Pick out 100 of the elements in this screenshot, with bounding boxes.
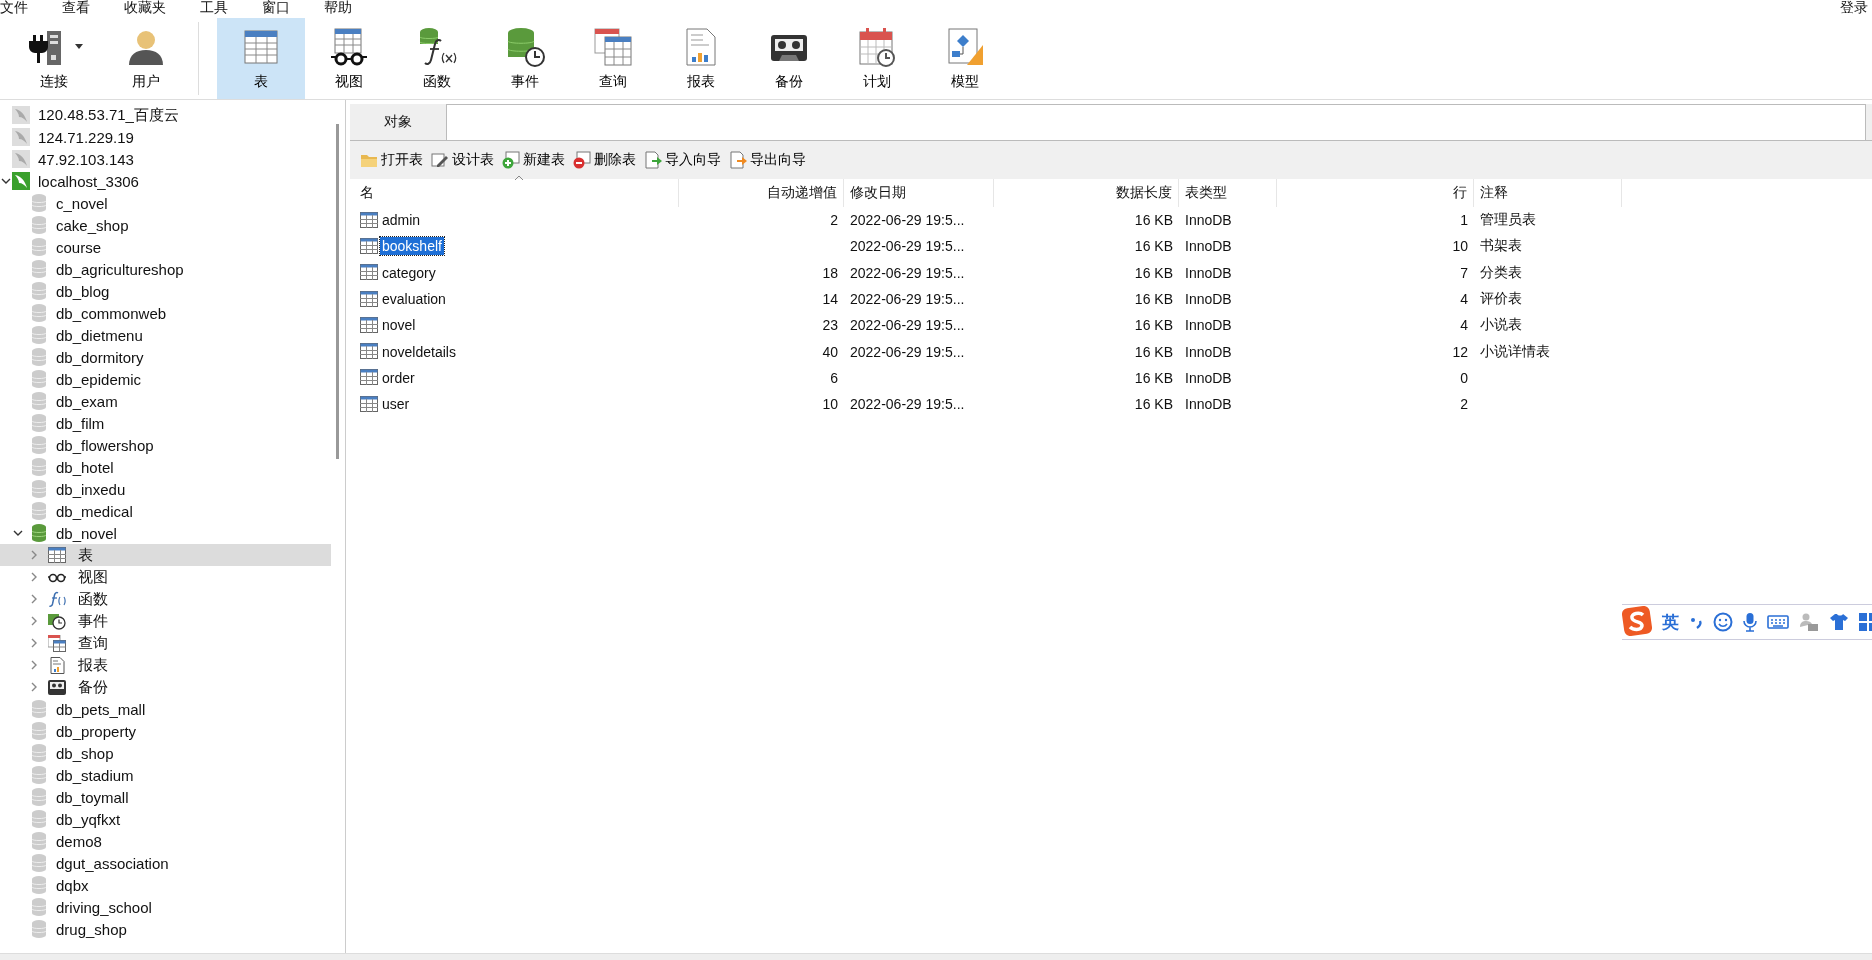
tree-item[interactable]: 报表 <box>0 654 331 676</box>
server-icon <box>12 128 30 146</box>
table-cell: 40 <box>822 343 838 360</box>
toolbar-button[interactable]: 新建表 <box>500 149 569 171</box>
menu-item[interactable]: 工具 <box>200 0 228 14</box>
tree-item[interactable]: db_commonweb <box>0 302 331 324</box>
menu-item[interactable]: 收藏夹 <box>124 0 166 14</box>
table-name[interactable]: bookshelf <box>380 237 444 256</box>
toolbar-button[interactable]: 表 <box>217 18 305 99</box>
toolbar-button[interactable]: 用户 <box>102 18 190 99</box>
database-icon <box>32 260 46 278</box>
tree-item[interactable]: localhost_3306 <box>0 170 331 192</box>
table-cell: 书架表 <box>1480 237 1522 256</box>
tree-item[interactable]: db_dietmenu <box>0 324 331 346</box>
tree-item[interactable]: db_flowershop <box>0 434 331 456</box>
tree-item[interactable]: 函数 <box>0 588 331 610</box>
tree-item[interactable]: dgut_association <box>0 852 331 874</box>
table-name[interactable]: novel <box>380 316 418 335</box>
toolbar-button[interactable]: 连接 <box>6 18 102 99</box>
table-name[interactable]: category <box>380 263 438 282</box>
table-name[interactable]: user <box>380 395 412 414</box>
table-name[interactable]: admin <box>380 211 423 230</box>
table-cell: 12 <box>1452 343 1468 360</box>
table-cell: InnoDB <box>1185 343 1232 360</box>
table-name[interactable]: noveldetails <box>380 342 458 361</box>
tree-item[interactable]: db_toymall <box>0 786 331 808</box>
tree-item[interactable]: 表 <box>0 544 331 566</box>
tree-item[interactable]: c_novel <box>0 192 331 214</box>
shirt-icon <box>1829 613 1849 631</box>
toolbar-button[interactable]: 导出向导 <box>727 149 810 171</box>
tree-item[interactable]: db_exam <box>0 390 331 412</box>
table-name[interactable]: evaluation <box>380 290 448 309</box>
toolbar-button[interactable]: 备份 <box>745 18 833 99</box>
table-cell: 7 <box>1460 264 1468 281</box>
tree-item[interactable]: db_pets_mall <box>0 698 331 720</box>
table-icon <box>360 237 378 255</box>
tree-item[interactable]: 124.71.229.19 <box>0 126 331 148</box>
connected-server-icon <box>12 172 30 190</box>
column-header[interactable]: 名 <box>354 179 679 207</box>
menu-item[interactable]: 窗口 <box>262 0 290 14</box>
query-table-icon <box>48 634 66 652</box>
toolbar-button[interactable]: 函数 <box>393 18 481 99</box>
column-header[interactable]: 行 <box>1277 179 1474 207</box>
toolbar-button[interactable]: 设计表 <box>429 149 498 171</box>
tree-item[interactable]: db_epidemic <box>0 368 331 390</box>
scrollbar-thumb[interactable] <box>336 124 339 459</box>
tree-item[interactable]: db_property <box>0 720 331 742</box>
tree-item[interactable]: course <box>0 236 331 258</box>
tree-item[interactable]: db_blog <box>0 280 331 302</box>
toolbar-button[interactable]: 报表 <box>657 18 745 99</box>
column-header[interactable]: 表类型 <box>1179 179 1277 207</box>
tree-item[interactable]: 备份 <box>0 676 331 698</box>
database-icon <box>32 238 46 256</box>
tree-item[interactable]: db_yqfkxt <box>0 808 331 830</box>
tree-item[interactable]: db_film <box>0 412 331 434</box>
table-cell: 分类表 <box>1480 263 1522 282</box>
tree-item[interactable]: db_novel <box>0 522 331 544</box>
database-icon <box>32 414 46 432</box>
tree-item[interactable]: db_hotel <box>0 456 331 478</box>
tree-item[interactable]: drug_shop <box>0 918 331 940</box>
toolbar-button[interactable]: 事件 <box>481 18 569 99</box>
tree-item[interactable]: dqbx <box>0 874 331 896</box>
tree-item[interactable]: 120.48.53.71_百度云 <box>0 104 331 126</box>
tree-item[interactable]: cake_shop <box>0 214 331 236</box>
toolbar-button[interactable]: 删除表 <box>571 149 640 171</box>
tree-item[interactable]: db_dormitory <box>0 346 331 368</box>
table-icon <box>360 264 378 282</box>
tree-item[interactable]: db_medical <box>0 500 331 522</box>
table-icon <box>360 369 378 387</box>
table-cell: 2022-06-29 19:5... <box>850 212 965 229</box>
toolbar-button[interactable]: 视图 <box>305 18 393 99</box>
table-cell: 2022-06-29 19:5... <box>850 343 965 360</box>
tree-item[interactable]: driving_school <box>0 896 331 918</box>
menu-item[interactable]: 文件 <box>0 0 28 14</box>
tree-item[interactable]: 视图 <box>0 566 331 588</box>
tree-item[interactable]: db_shop <box>0 742 331 764</box>
tree-item[interactable]: 事件 <box>0 610 331 632</box>
tree-item[interactable]: db_stadium <box>0 764 331 786</box>
tree-item[interactable]: demo8 <box>0 830 331 852</box>
menu-item[interactable]: 查看 <box>62 0 90 14</box>
column-header[interactable]: 注释 <box>1474 179 1622 207</box>
table-name[interactable]: order <box>380 368 417 387</box>
table-cell: 6 <box>830 369 838 386</box>
toolbar-button[interactable]: 查询 <box>569 18 657 99</box>
ime-mode-label[interactable]: 英 <box>1662 610 1679 634</box>
tree-item[interactable]: 查询 <box>0 632 331 654</box>
toolbar-button[interactable]: 模型 <box>921 18 1009 99</box>
table-cell: 2 <box>1460 396 1468 413</box>
column-header[interactable]: 数据长度 <box>994 179 1179 207</box>
table-cell: 23 <box>822 317 838 334</box>
toolbar-button[interactable]: 打开表 <box>358 149 427 171</box>
column-header[interactable]: 修改日期 <box>844 179 994 207</box>
toolbar-button[interactable]: 导入向导 <box>642 149 725 171</box>
menu-item[interactable]: 帮助 <box>324 0 352 14</box>
toolbar-button[interactable]: 计划 <box>833 18 921 99</box>
tree-item[interactable]: db_inxedu <box>0 478 331 500</box>
column-header[interactable]: 自动递增值 <box>679 179 844 207</box>
tree-item[interactable]: 47.92.103.143 <box>0 148 331 170</box>
login-link[interactable]: 登录 <box>1840 0 1868 14</box>
tree-item[interactable]: db_agricultureshop <box>0 258 331 280</box>
